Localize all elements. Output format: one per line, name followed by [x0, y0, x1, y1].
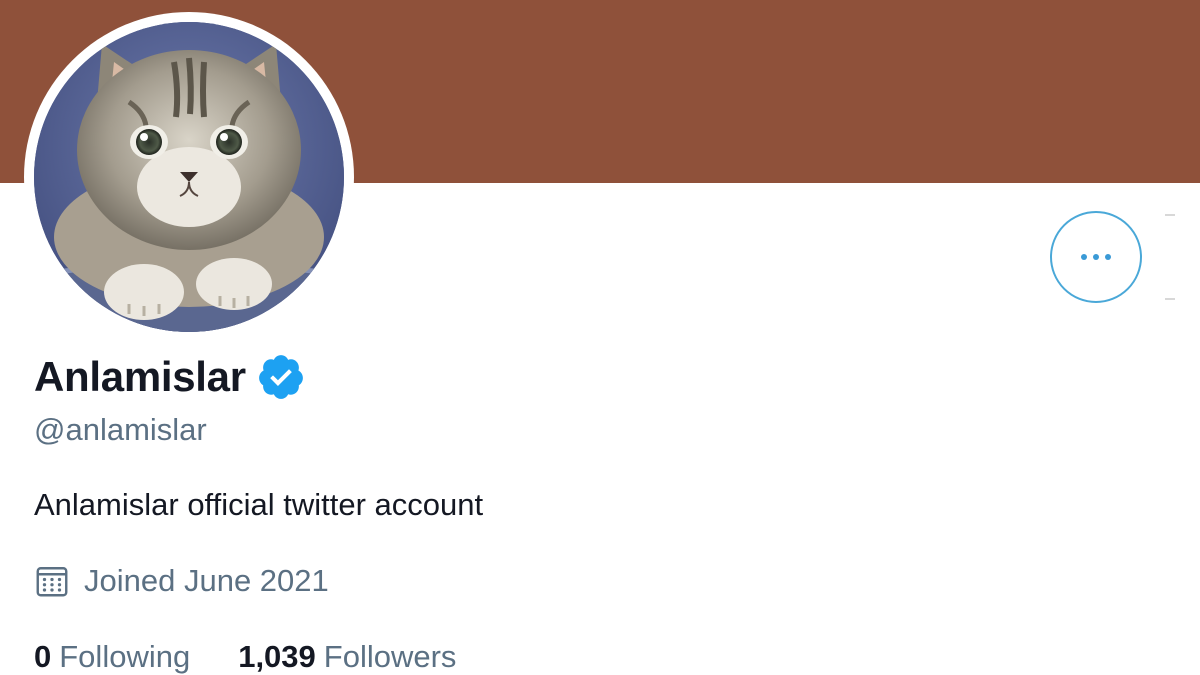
verified-badge-icon [256, 352, 306, 402]
profile-page: Anlamislar @anlamislar Anlamislar offici… [0, 0, 1200, 675]
calendar-icon [34, 563, 70, 599]
avatar[interactable] [34, 22, 344, 332]
kitten-photo [34, 22, 344, 332]
more-options-icon [1081, 254, 1111, 260]
profile-bio: Anlamislar official twitter account [34, 487, 484, 522]
joined-date: Joined June 2021 [84, 563, 329, 598]
joined-date-row: Joined June 2021 [34, 560, 329, 602]
followers-label: Followers [323, 639, 457, 674]
following-count: 0 [34, 639, 52, 674]
follow-stats: 0 Following 1,039 Followers [34, 637, 456, 675]
following-link[interactable]: 0 Following [34, 639, 190, 675]
more-options-button[interactable] [1050, 211, 1142, 303]
display-name: Anlamislar [34, 353, 246, 400]
edge-divider [1165, 298, 1175, 300]
followers-link[interactable]: 1,039 Followers [238, 639, 456, 675]
following-label: Following [59, 639, 191, 674]
edge-divider [1165, 214, 1175, 216]
profile-handle: @anlamislar [34, 412, 207, 447]
display-name-row: Anlamislar [34, 350, 306, 404]
followers-count: 1,039 [238, 639, 316, 674]
